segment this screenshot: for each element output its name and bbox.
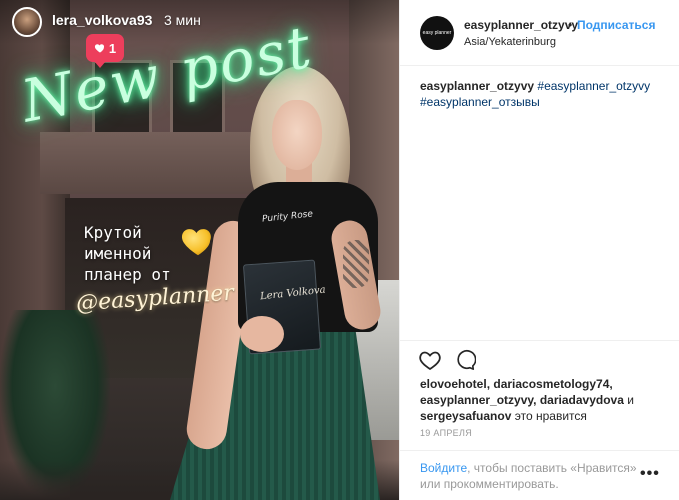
yellow-heart-icon	[181, 229, 211, 256]
comment-icon[interactable]	[454, 349, 476, 371]
story-timestamp: 3 мин	[164, 12, 201, 28]
follow-button[interactable]: Подписаться	[577, 18, 655, 32]
person-hand	[240, 316, 284, 352]
arm-tattoo	[343, 240, 369, 288]
hashtag-link[interactable]: #easyplanner_otzyvy	[537, 79, 650, 93]
liker-username[interactable]: dariadavydova	[540, 393, 624, 407]
like-count: 1	[108, 40, 117, 56]
post-date[interactable]: 19 АПРЕЛЯ	[420, 428, 472, 438]
story-username[interactable]: lera_volkova93	[52, 12, 152, 28]
caption-line: планер от	[84, 265, 171, 284]
account-username[interactable]: easyplanner_otzyvy	[464, 18, 578, 32]
account-avatar[interactable]: easy planner	[420, 16, 454, 50]
post-photo[interactable]: Purity Rose Lera Volkova lera_volkova93 …	[0, 0, 399, 500]
person-face	[272, 100, 322, 170]
post-location[interactable]: Asia/Yekaterinburg	[464, 36, 556, 48]
heart-icon	[94, 44, 104, 53]
liker-username[interactable]: sergeysafuanov	[420, 409, 511, 423]
caption-username[interactable]: easyplanner_otzyvy	[420, 79, 534, 93]
story-avatar[interactable]	[12, 7, 42, 37]
login-prompt: Войдите, чтобы поставить «Нравится» или …	[400, 450, 679, 500]
action-bar	[400, 340, 679, 380]
likes-summary: elovoehotel, dariacosmetology74, easypla…	[420, 377, 634, 423]
post-sidebar: easy planner easyplanner_otzyvy • Подпис…	[399, 0, 679, 500]
hashtag-link[interactable]: #easyplanner_отзывы	[420, 95, 540, 109]
likes-suffix: это нравится	[514, 409, 587, 423]
liker-username[interactable]: elovoehotel	[420, 377, 487, 391]
caption-line: именной	[84, 244, 152, 263]
post-caption: easyplanner_otzyvy #easyplanner_otzyvy #…	[420, 78, 665, 110]
separator-dot: •	[568, 18, 573, 32]
like-heart-icon[interactable]	[418, 349, 442, 371]
caption-line: Крутой	[84, 223, 142, 242]
login-prompt-text: Войдите, чтобы поставить «Нравится» или …	[420, 460, 640, 492]
like-notification-badge: 1	[86, 34, 124, 68]
more-options-button[interactable]: •••	[640, 465, 660, 483]
liker-username[interactable]: easyplanner_otzyvy	[420, 393, 533, 407]
post-header: easy planner easyplanner_otzyvy • Подпис…	[400, 0, 679, 66]
login-link[interactable]: Войдите	[420, 461, 467, 475]
liker-username[interactable]: dariacosmetology74	[493, 377, 609, 391]
shop-awning	[40, 132, 270, 194]
story-caption: Крутой именной планер от	[84, 222, 171, 285]
avatar-logo-text: easy planner	[422, 30, 452, 36]
likes-conjunction: и	[627, 393, 634, 407]
